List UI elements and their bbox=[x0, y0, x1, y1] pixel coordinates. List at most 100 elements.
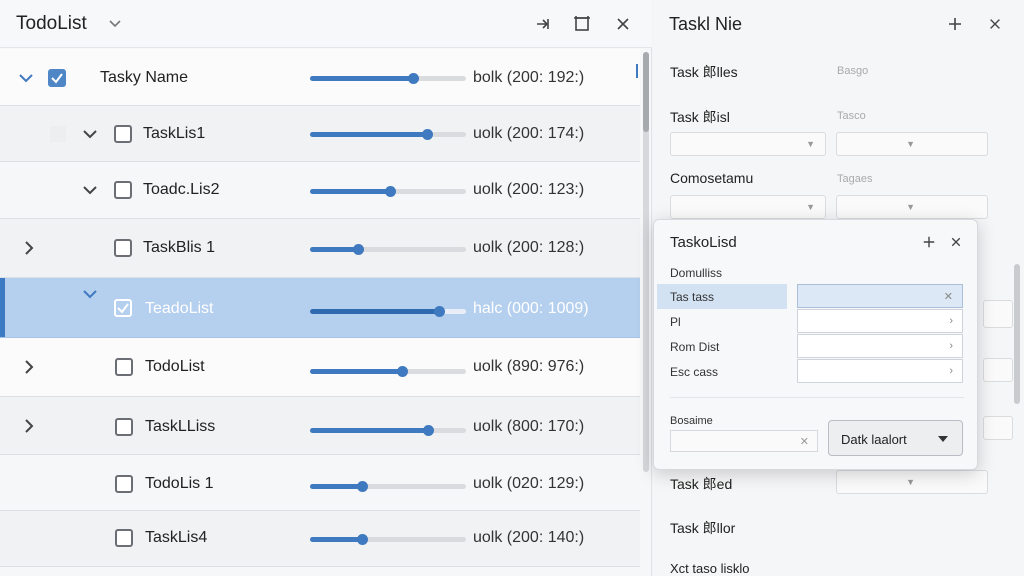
row-label: TaskBlis 1 bbox=[143, 239, 216, 256]
chevron-down-icon: ▼ bbox=[906, 477, 915, 487]
table-row[interactable]: Tasky Name bolk (200: 192:) bbox=[0, 49, 640, 106]
add-icon[interactable] bbox=[944, 13, 966, 35]
caret-down-icon bbox=[938, 436, 948, 442]
field-select[interactable] bbox=[983, 358, 1013, 382]
table-row[interactable]: TaskBlis 1 uolk (200: 128:) bbox=[0, 219, 640, 278]
row-label: TaskLis4 bbox=[145, 529, 208, 546]
row-checkbox[interactable] bbox=[114, 299, 132, 317]
field-label: Task 郎ed bbox=[670, 476, 733, 492]
field-value: Tasco bbox=[837, 110, 866, 122]
row-label: TodoLis 1 bbox=[145, 475, 214, 492]
chevron-right-icon: › bbox=[949, 365, 953, 377]
chevron-down-icon[interactable] bbox=[82, 126, 98, 142]
field-select[interactable]: ▼ bbox=[836, 470, 988, 494]
row-label: Tasky Name bbox=[100, 69, 189, 86]
chevron-down-icon: ▼ bbox=[906, 202, 915, 212]
progress-bar bbox=[310, 73, 466, 84]
row-checkbox[interactable] bbox=[115, 418, 133, 436]
task-list-pane: TodoList Tasky Name bolk (200: 192:) Tas… bbox=[0, 0, 652, 576]
chevron-right-icon: › bbox=[949, 340, 953, 352]
progress-bar bbox=[310, 129, 466, 140]
chevron-right-icon: › bbox=[949, 315, 953, 327]
chevron-down-icon: ▼ bbox=[806, 139, 815, 149]
progress-bar bbox=[310, 425, 466, 436]
dropdown-button-label: Datk laalort bbox=[841, 432, 907, 447]
field-select[interactable] bbox=[983, 300, 1013, 328]
table-row[interactable]: Toadc.Lis2 uolk (200: 123:) bbox=[0, 162, 640, 219]
row-label: TaskLis1 bbox=[143, 125, 206, 142]
dialog-title: TaskoLisd bbox=[670, 234, 737, 251]
progress-bar bbox=[310, 534, 466, 545]
table-row[interactable]: TodoList uolk (890: 976:) bbox=[0, 338, 640, 397]
table-row-selected[interactable]: TeadoList halc (000: 1009) bbox=[0, 278, 640, 338]
table-row[interactable]: TaskLis1 uolk (200: 174:) bbox=[0, 106, 640, 162]
field-label: Xct taso lisklo bbox=[670, 561, 750, 576]
maximize-icon[interactable] bbox=[571, 13, 593, 35]
dialog-label: Esc cass bbox=[670, 365, 719, 379]
field-value: Basgo bbox=[837, 65, 869, 77]
details-scrollbar[interactable] bbox=[1014, 264, 1020, 404]
table-row[interactable]: TodoLis 1 uolk (020: 129:) bbox=[0, 455, 640, 511]
divider bbox=[670, 397, 964, 398]
row-status: uolk (200: 123:) bbox=[473, 181, 585, 198]
row-status: uolk (200: 140:) bbox=[473, 529, 585, 546]
chevron-down-icon[interactable] bbox=[18, 70, 34, 86]
list-scrollbar[interactable] bbox=[643, 52, 649, 472]
field-select[interactable]: ▼ bbox=[836, 132, 988, 156]
list-title[interactable]: TodoList bbox=[16, 13, 87, 35]
chevron-right-icon[interactable] bbox=[21, 418, 37, 434]
dialog-small-select[interactable]: ✕ bbox=[670, 430, 818, 452]
field-select[interactable]: ▼ bbox=[670, 132, 826, 156]
popup-dialog: TaskoLisd Domulliss Tas tass Pl Rom Dist… bbox=[653, 219, 978, 470]
row-status: uolk (200: 128:) bbox=[473, 239, 585, 256]
chevron-down-icon: ▼ bbox=[906, 139, 915, 149]
progress-bar bbox=[310, 244, 466, 255]
chevron-down-icon[interactable] bbox=[106, 14, 124, 32]
dialog-input[interactable]: › bbox=[797, 334, 963, 358]
progress-bar bbox=[310, 366, 466, 377]
row-label: Toadc.Lis2 bbox=[143, 181, 220, 198]
close-icon[interactable] bbox=[612, 13, 634, 35]
chevron-right-icon[interactable] bbox=[21, 359, 37, 375]
dialog-input[interactable]: › bbox=[797, 359, 963, 383]
add-icon[interactable] bbox=[918, 231, 940, 253]
dialog-input[interactable]: › bbox=[797, 309, 963, 333]
chevron-down-icon[interactable] bbox=[82, 286, 98, 302]
row-status: uolk (200: 174:) bbox=[473, 125, 585, 142]
row-checkbox[interactable] bbox=[114, 181, 132, 199]
section-label: Bosaime bbox=[670, 415, 713, 427]
row-checkbox[interactable] bbox=[114, 125, 132, 143]
chevron-right-icon[interactable] bbox=[21, 240, 37, 256]
field-select[interactable]: ▼ bbox=[670, 195, 826, 219]
field-select[interactable] bbox=[983, 416, 1013, 440]
clear-icon[interactable]: ✕ bbox=[944, 290, 953, 303]
field-label: Task 郎isl bbox=[670, 109, 730, 125]
scroll-marker bbox=[636, 64, 638, 78]
row-checkbox[interactable] bbox=[114, 239, 132, 257]
row-status: bolk (200: 192:) bbox=[473, 69, 585, 86]
row-status: uolk (800: 170:) bbox=[473, 418, 585, 435]
progress-bar bbox=[310, 306, 466, 317]
field-label: Task 郎lles bbox=[670, 64, 738, 80]
row-checkbox[interactable] bbox=[115, 475, 133, 493]
scrollbar-thumb[interactable] bbox=[643, 52, 649, 132]
row-status: halc (000: 1009) bbox=[473, 300, 589, 317]
progress-bar bbox=[310, 186, 466, 197]
task-list-header: TodoList bbox=[0, 0, 652, 48]
dialog-input[interactable]: ✕ bbox=[797, 284, 963, 308]
dialog-label: Rom Dist bbox=[670, 340, 720, 354]
row-checkbox[interactable] bbox=[115, 358, 133, 376]
row-checkbox[interactable] bbox=[48, 69, 66, 87]
row-checkbox[interactable] bbox=[115, 529, 133, 547]
progress-bar bbox=[310, 481, 466, 492]
table-row[interactable]: TaskLis4 uolk (200: 140:) bbox=[0, 511, 640, 567]
table-row[interactable]: TaskLLiss uolk (800: 170:) bbox=[0, 397, 640, 455]
details-title: Taskl Nie bbox=[669, 14, 743, 34]
chevron-down-icon[interactable] bbox=[82, 182, 98, 198]
field-select[interactable]: ▼ bbox=[836, 195, 988, 219]
close-icon[interactable] bbox=[945, 231, 967, 253]
dialog-dropdown-button[interactable]: Datk laalort bbox=[828, 420, 963, 456]
close-icon[interactable] bbox=[984, 13, 1006, 35]
clear-icon[interactable]: ✕ bbox=[800, 435, 809, 448]
pin-icon[interactable] bbox=[532, 13, 554, 35]
